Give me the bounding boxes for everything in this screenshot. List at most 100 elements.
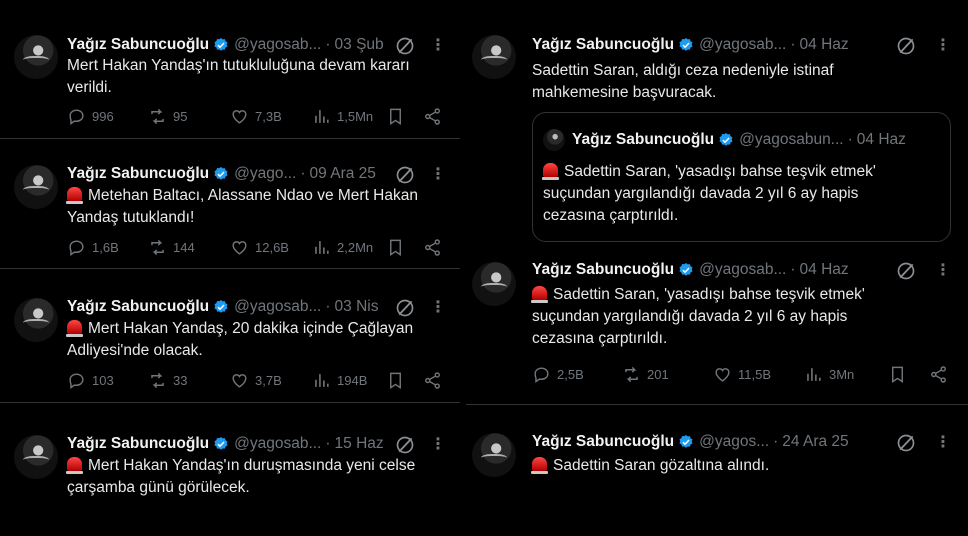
author-handle[interactable]: @yagosabun... xyxy=(739,131,844,149)
avatar[interactable] xyxy=(14,298,58,342)
author-name[interactable]: Yağız Sabuncuoğlu xyxy=(67,298,209,316)
bookmark-icon xyxy=(386,107,405,126)
tweet[interactable]: Yağız Sabuncuoğlu @yagosab... · 15 Haz ⋮… xyxy=(0,403,460,536)
more-icon[interactable]: ⋮ xyxy=(935,263,951,279)
grok-icon[interactable] xyxy=(896,433,916,453)
grok-icon[interactable] xyxy=(395,165,415,185)
bookmark-button[interactable] xyxy=(386,371,411,390)
avatar[interactable] xyxy=(543,129,565,151)
reply-icon xyxy=(532,365,551,384)
tweet-date[interactable]: 15 Haz xyxy=(335,435,384,453)
reply-button[interactable]: 1,6B xyxy=(67,238,119,257)
bookmark-button[interactable] xyxy=(386,107,411,126)
reply-button[interactable]: 103 xyxy=(67,371,114,390)
share-button[interactable] xyxy=(423,107,448,126)
tweet-text-line: suçundan yargılandığı davada 2 yıl 6 ay … xyxy=(532,308,848,325)
author-name[interactable]: Yağız Sabuncuoğlu xyxy=(67,165,209,183)
author-name[interactable]: Yağız Sabuncuoğlu xyxy=(532,36,674,54)
author-handle[interactable]: @yago... xyxy=(234,165,296,183)
like-button[interactable]: 11,5B xyxy=(713,365,771,384)
more-icon[interactable]: ⋮ xyxy=(935,38,951,54)
like-icon xyxy=(713,365,732,384)
author-name[interactable]: Yağız Sabuncuoğlu xyxy=(532,261,674,279)
tweet[interactable]: Yağız Sabuncuoğlu @yagos... · 24 Ara 25 … xyxy=(466,405,968,536)
grok-icon[interactable] xyxy=(395,36,415,56)
like-button[interactable]: 3,7B xyxy=(230,371,282,390)
grok-icon[interactable] xyxy=(896,261,916,281)
tweet-date[interactable]: 09 Ara 25 xyxy=(310,165,376,183)
share-button[interactable] xyxy=(423,371,448,390)
reply-button[interactable]: 996 xyxy=(67,107,114,126)
like-button[interactable]: 7,3B xyxy=(230,107,282,126)
more-icon[interactable]: ⋮ xyxy=(430,437,446,453)
separator-dot: · xyxy=(325,36,331,53)
reply-button[interactable]: 2,5B xyxy=(532,365,584,384)
views-button[interactable]: 2,2Mn xyxy=(312,238,373,257)
siren-emoji-icon xyxy=(66,457,83,474)
siren-emoji-icon xyxy=(531,457,548,474)
like-count: 3,7B xyxy=(255,373,282,388)
like-icon xyxy=(230,107,249,126)
tweet-text: Sadettin Saran, 'yasadışı bahse teşvik e… xyxy=(531,284,952,350)
tweet-date[interactable]: 03 Şub xyxy=(335,36,384,54)
tweet[interactable]: Yağız Sabuncuoğlu @yagosab... · 03 Nis ⋮… xyxy=(0,269,460,402)
author-handle[interactable]: @yagosab... xyxy=(234,298,321,316)
grok-icon[interactable] xyxy=(896,36,916,56)
author-name[interactable]: Yağız Sabuncuoğlu xyxy=(532,433,674,451)
reply-count: 2,5B xyxy=(557,367,584,382)
avatar[interactable] xyxy=(472,433,516,477)
bookmark-button[interactable] xyxy=(888,365,913,384)
grok-icon[interactable] xyxy=(395,298,415,318)
more-icon[interactable]: ⋮ xyxy=(430,167,446,183)
avatar[interactable] xyxy=(14,35,58,79)
avatar[interactable] xyxy=(472,35,516,79)
tweet[interactable]: Yağız Sabuncuoğlu @yagosab... · 03 Şub ⋮… xyxy=(0,0,460,138)
tweet-text-line: Mert Hakan Yandaş, 20 dakika içinde Çağl… xyxy=(88,320,414,337)
share-icon xyxy=(423,371,442,390)
quoted-tweet[interactable]: Yağız Sabuncuoğlu @yagosabun... · 04 Haz… xyxy=(532,112,951,242)
author-name[interactable]: Yağız Sabuncuoğlu xyxy=(67,36,209,54)
tweet-header: Yağız Sabuncuoğlu @yagosab... · 03 Nis xyxy=(67,298,378,316)
avatar[interactable] xyxy=(14,165,58,209)
tweet-text: Sadettin Saran gözaltına alındı. xyxy=(531,455,952,477)
tweet-date[interactable]: 24 Ara 25 xyxy=(782,433,848,451)
views-button[interactable]: 3Mn xyxy=(804,365,854,384)
retweet-button[interactable]: 33 xyxy=(148,371,187,390)
action-bar: 1,6B 144 12,6B 2,2Mn xyxy=(67,238,447,258)
bookmark-button[interactable] xyxy=(386,238,411,257)
verified-badge-icon xyxy=(213,299,229,315)
author-handle[interactable]: @yagosab... xyxy=(699,36,786,54)
author-name[interactable]: Yağız Sabuncuoğlu xyxy=(67,435,209,453)
views-button[interactable]: 194B xyxy=(312,371,367,390)
avatar[interactable] xyxy=(472,262,516,306)
grok-icon[interactable] xyxy=(395,435,415,455)
tweet[interactable]: Yağız Sabuncuoğlu @yagosab... · 04 Haz ⋮… xyxy=(466,256,968,404)
more-icon[interactable]: ⋮ xyxy=(935,435,951,451)
views-button[interactable]: 1,5Mn xyxy=(312,107,373,126)
author-name[interactable]: Yağız Sabuncuoğlu xyxy=(572,131,714,149)
author-handle[interactable]: @yagosab... xyxy=(234,435,321,453)
author-handle[interactable]: @yagosab... xyxy=(234,36,321,54)
tweet-text-line: çarşamba günü görülecek. xyxy=(67,479,250,496)
share-button[interactable] xyxy=(929,365,954,384)
like-button[interactable]: 12,6B xyxy=(230,238,289,257)
tweet-date[interactable]: 03 Nis xyxy=(335,298,379,316)
retweet-button[interactable]: 95 xyxy=(148,107,187,126)
author-handle[interactable]: @yagos... xyxy=(699,433,769,451)
tweet-date[interactable]: 04 Haz xyxy=(857,131,906,149)
retweet-button[interactable]: 201 xyxy=(622,365,669,384)
tweet-text: Sadettin Saran, aldığı ceza nedeniyle is… xyxy=(532,60,952,104)
tweet[interactable]: Yağız Sabuncuoğlu @yago... · 09 Ara 25 ⋮… xyxy=(0,139,460,268)
share-icon xyxy=(423,107,442,126)
share-button[interactable] xyxy=(423,238,448,257)
tweet-date[interactable]: 04 Haz xyxy=(800,261,849,279)
verified-badge-icon xyxy=(678,434,694,450)
retweet-button[interactable]: 144 xyxy=(148,238,195,257)
author-handle[interactable]: @yagosab... xyxy=(699,261,786,279)
retweet-icon xyxy=(622,365,641,384)
more-icon[interactable]: ⋮ xyxy=(430,300,446,316)
more-icon[interactable]: ⋮ xyxy=(430,38,446,54)
tweet[interactable]: Yağız Sabuncuoğlu @yagosab... · 04 Haz ⋮… xyxy=(466,0,968,256)
tweet-date[interactable]: 04 Haz xyxy=(800,36,849,54)
avatar[interactable] xyxy=(14,435,58,479)
